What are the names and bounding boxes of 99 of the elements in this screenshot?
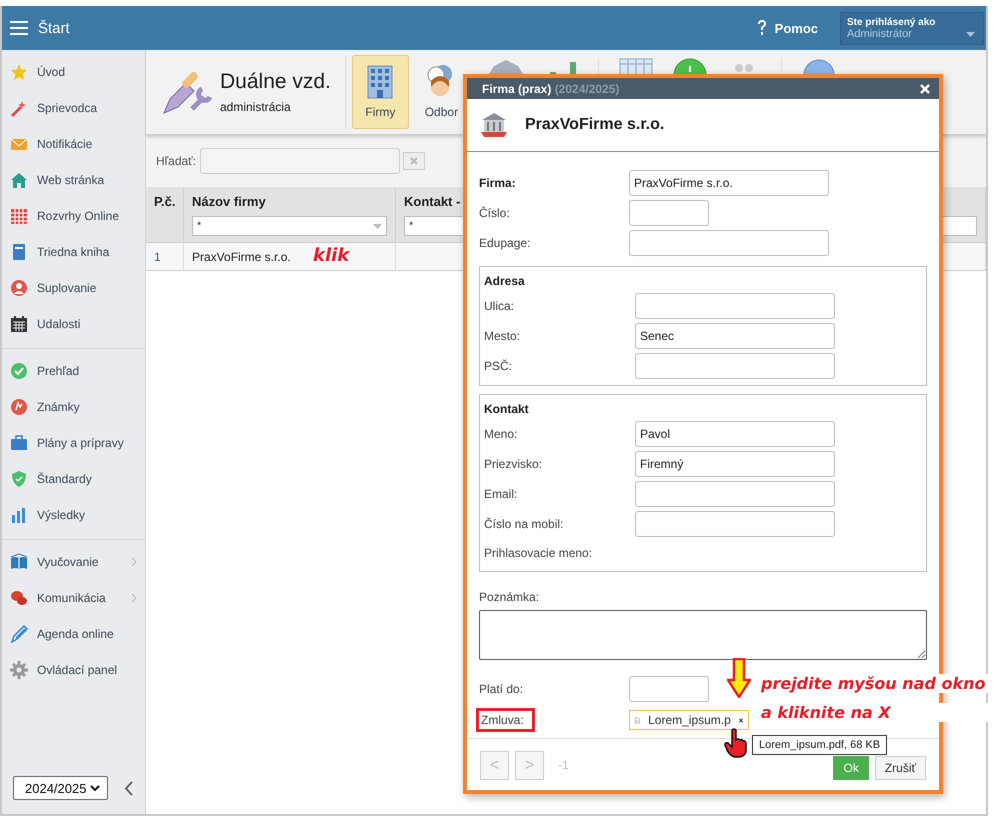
sidebar-item[interactable]: Agenda online [2,616,145,652]
caret-icon [373,224,382,228]
annotation-text: a kliknite na X [759,703,988,722]
input-field[interactable]: Pavol [635,421,835,447]
caret-icon [966,32,975,36]
sidebar-item[interactable]: Výsledky [2,497,145,533]
field-label: Platí do: [479,682,524,696]
field-label: Ulica: [484,299,516,313]
sidebar-item[interactable]: Vyučovanie [2,544,145,580]
sidebar-item[interactable]: Prehľad [2,353,145,389]
cancel-button[interactable]: Zrušiť [874,756,926,780]
field-label: Číslo: [479,206,511,220]
module-tab[interactable]: Odbor [412,55,470,129]
section-title: Adresa [484,273,526,290]
date-field[interactable] [629,676,709,702]
search-field[interactable] [200,148,400,174]
close-icon [410,157,418,165]
attachment-chip[interactable]: Lorem_ipsum.p [629,710,749,730]
open-book-icon [10,553,28,571]
collapse-icon[interactable] [124,780,133,796]
bank-building-icon [480,111,508,139]
pen-icon [10,625,28,643]
year-select[interactable]: 2024/2025 [13,776,108,800]
chevron-icon [131,593,137,603]
bar-chart-icon [10,506,28,524]
field-label: Číslo na mobil: [484,517,564,531]
star-icon [10,63,28,81]
sidebar-item[interactable]: Úvod [2,54,145,90]
field-label: Priezvisko: [484,457,544,471]
column-header[interactable]: Názov firmy * [184,187,396,242]
field-label: Email: [484,487,518,501]
sidebar-item[interactable]: Komunikácia [2,580,145,616]
field-label: Firma: [479,176,517,190]
close-icon[interactable] [920,84,930,94]
clear-button[interactable] [403,152,426,170]
house-icon [10,171,28,189]
down-arrow-icon [727,658,751,698]
sidebar-item[interactable]: Suplovanie [2,270,145,306]
input-field[interactable] [635,293,835,319]
annotation-text: klik [313,245,350,266]
annotation-text: prejdite myšou nad okno [759,674,988,693]
hand-cursor-icon [724,728,748,758]
sidebar-item[interactable]: Triedna kniha [2,234,145,270]
input-field[interactable]: Firemný [635,451,835,477]
module-title: Duálne vzd. [220,70,331,94]
briefcase-icon [10,434,28,452]
field-label: PSČ: [484,359,514,373]
module-subtitle: administrácia [220,100,292,114]
input-field[interactable]: PraxVoFirme s.r.o. [629,170,829,196]
check-circle-icon [10,362,28,380]
sidebar-item[interactable]: Udalosti [2,306,145,342]
input-field[interactable] [629,230,829,256]
company-heading: PraxVoFirme s.r.o. [525,116,664,134]
app-title[interactable]: Štart [38,20,70,36]
close-icon[interactable] [738,716,743,724]
chevron-icon [131,557,137,567]
column-filter[interactable]: * [192,216,387,236]
field-label: Meno: [484,427,518,441]
person-icon [10,279,28,297]
sidebar-item[interactable]: Ovládací panel [2,652,145,688]
help-icon[interactable] [756,20,767,36]
menu-icon[interactable] [10,21,28,35]
book-icon [10,243,28,261]
record-counter: -1 [558,758,569,772]
field-label: Prihlasovacie meno: [484,546,594,560]
grade-icon [10,398,28,416]
chevron-down-icon [90,784,100,792]
sidebar-item[interactable]: Štandardy [2,461,145,497]
sidebar-item[interactable]: Plány a prípravy [2,425,145,461]
section-title: Kontakt [484,401,530,418]
dialog-title: Firma (prax) (2024/2025) [482,82,620,96]
calendar-icon [10,315,28,333]
highlighted-label: Zmluva: [476,708,535,732]
note-field[interactable] [479,610,927,660]
input-field[interactable] [635,511,835,537]
pen-and-wrench-icon [162,69,212,115]
user-dropdown[interactable]: Ste prihlásený ako Administrátor [840,12,984,44]
input-field[interactable] [629,200,709,226]
settings-icon [10,661,28,679]
input-field[interactable] [635,353,835,379]
tooltip: Lorem_ipsum.pdf, 68 KB [752,735,888,755]
input-field[interactable]: Senec [635,323,835,349]
help-link[interactable]: Pomoc [774,20,818,36]
module-tab[interactable]: Firmy [352,55,409,129]
search-label: Hľadať: [156,154,196,168]
input-field[interactable] [635,481,835,507]
sidebar-item[interactable]: Známky [2,389,145,425]
magic-wand-icon [10,99,28,117]
sidebar-item[interactable]: Web stránka [2,162,145,198]
building-icon [367,65,394,99]
sidebar-item[interactable]: Sprievodca [2,90,145,126]
sidebar-item[interactable]: Rozvrhy Online [2,198,145,234]
sidebar-item[interactable]: Notifikácie [2,126,145,162]
chat-icon [10,589,28,607]
timetable-icon [10,207,28,225]
field-label: Mesto: [484,329,522,343]
field-label: Poznámka: [479,590,540,604]
shield-icon [10,470,28,488]
field-label: Edupage: [479,236,532,250]
